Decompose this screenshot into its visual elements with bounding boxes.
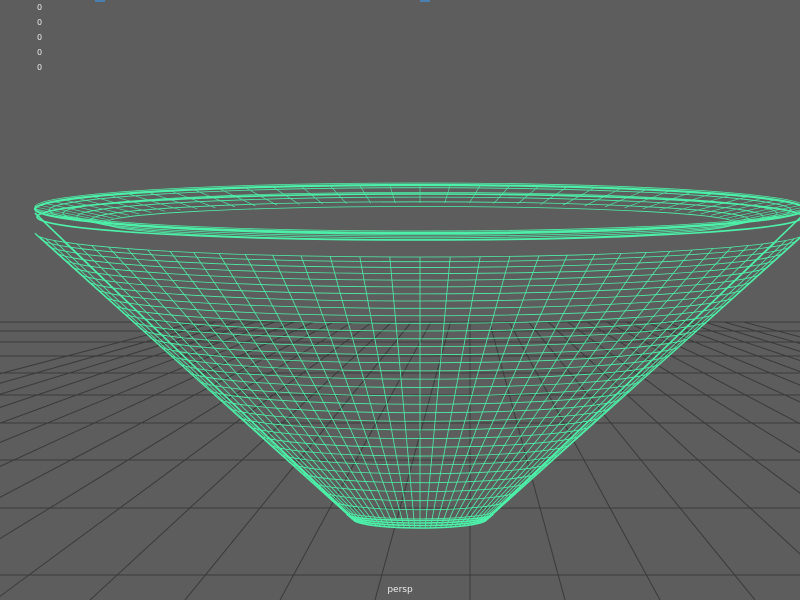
mesh-edge-meridian xyxy=(463,251,671,527)
mesh-edge-meridian xyxy=(91,245,364,524)
mesh-edge-meridian xyxy=(218,253,386,527)
grid-line-column xyxy=(606,321,800,425)
grid-line-column xyxy=(567,321,800,494)
hud-stat-value: 0 xyxy=(37,3,43,12)
grid-line-column xyxy=(626,321,800,403)
mesh-edge-meridian xyxy=(272,255,395,528)
grid-line-column xyxy=(645,321,800,386)
grid-line-column xyxy=(0,321,334,498)
grid-line-column xyxy=(0,321,295,443)
mesh-edge-meridian xyxy=(454,253,622,527)
hud-stat-value: 0 xyxy=(37,48,43,57)
mesh-edge-meridian xyxy=(34,232,354,520)
grid-line-column xyxy=(508,321,661,600)
mesh-edge-meridian xyxy=(126,248,370,526)
mesh-edge-meridian xyxy=(476,245,749,524)
mesh-edge-meridian xyxy=(169,251,377,527)
hud-stats: 0 0 0 0 0 xyxy=(37,0,42,75)
hud-stat-value: 0 xyxy=(37,18,43,27)
grid-line-column xyxy=(743,321,800,338)
mesh-edge-meridian xyxy=(484,238,795,522)
mesh-silhouette-left xyxy=(34,212,354,520)
grid-line-column xyxy=(723,321,800,345)
scene-canvas[interactable] xyxy=(0,0,800,600)
grid-line-column xyxy=(684,321,800,362)
mesh-edge-ring xyxy=(34,232,800,258)
camera-name-label: persp xyxy=(387,585,413,595)
mesh-edge-meridian xyxy=(445,255,568,528)
grid-line-column xyxy=(0,321,354,540)
hud-stat-value: 0 xyxy=(37,33,43,42)
hud-stat-value: 0 xyxy=(37,63,43,72)
grid-line-column xyxy=(0,321,275,424)
grid-line-column xyxy=(0,321,236,395)
grid-line-column xyxy=(0,321,314,467)
viewport-persp[interactable]: 0 0 0 0 0 persp xyxy=(0,0,800,600)
grid-line-column xyxy=(704,321,800,352)
